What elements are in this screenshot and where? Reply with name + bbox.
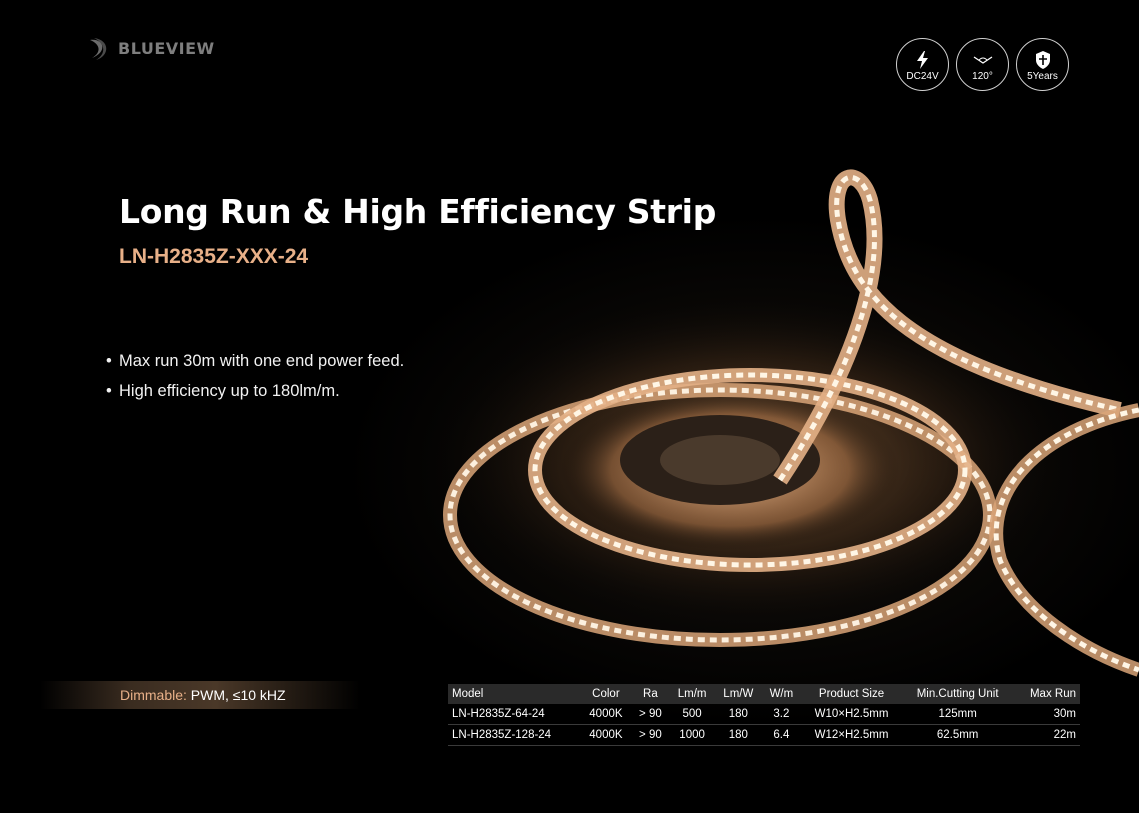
dimmable-text: Dimmable: PWM, ≤10 kHZ [120,687,286,703]
badge-voltage-label: DC24V [906,70,939,82]
feature-item: • Max run 30m with one end power feed. [106,346,404,376]
badge-beam-angle: 120° [956,38,1009,91]
feature-item: • High efficiency up to 180lm/m. [106,376,404,406]
col-header-w-m: W/m [769,688,794,700]
cell-product-size: W10×H2.5mm [800,704,903,725]
cell-lm-w: 180 [714,724,762,746]
product-page: BLUEVIEW DC24V 120° 5Years Long Run & Hi… [0,0,1139,813]
dimmable-key: Dimmable: [120,687,187,703]
feature-text: Max run 30m with one end power feed. [119,352,405,370]
model-code: LN-H2835Z-XXX-24 [119,245,309,268]
badge-beam-angle-label: 120° [972,70,993,82]
cell-color: 4000K [580,724,632,746]
cell-lm-w: 180 [714,704,762,725]
col-header-product-size: Product Size [818,688,885,700]
beam-angle-icon [973,55,992,64]
bullet-icon: • [106,382,112,400]
feature-text: High efficiency up to 180lm/m. [119,382,340,400]
table-row: LN-H2835Z-128-24 4000K > 90 1000 180 6.4… [448,724,1080,746]
spec-table: Model Color Ra Lm/m Lm/W W/m Product Siz… [448,684,1080,746]
cell-lm-m: 500 [669,704,715,725]
cell-model: LN-H2835Z-64-24 [448,704,581,725]
col-header-model: Model [452,688,484,700]
badge-warranty: 5Years [1016,38,1069,91]
cell-w-m: 3.2 [761,704,801,725]
cell-product-size: W12×H2.5mm [800,724,903,746]
bullet-icon: • [106,352,112,370]
cell-max-run: 22m [1013,724,1080,746]
cell-ra: > 90 [631,724,670,746]
dimmable-value: PWM, ≤10 kHZ [190,687,286,703]
spec-header-row: Model Color Ra Lm/m Lm/W W/m Product Siz… [448,684,1080,704]
cell-color: 4000K [580,704,632,725]
page-title: Long Run & High Efficiency Strip [119,192,717,231]
col-header-lm-w: Lm/W [723,688,754,700]
feature-badges: DC24V 120° 5Years [896,38,1069,91]
col-header-min-cutting-unit: Min.Cutting Unit [916,688,999,700]
col-header-lm-m: Lm/m [677,688,707,700]
cell-lm-m: 1000 [669,724,715,746]
cell-min-cutting-unit: 125mm [902,704,1014,725]
blueview-logo-icon [90,38,107,60]
cell-model: LN-H2835Z-128-24 [448,724,581,746]
cell-w-m: 6.4 [761,724,801,746]
col-header-color: Color [592,688,620,700]
table-row: LN-H2835Z-64-24 4000K > 90 500 180 3.2 W… [448,704,1080,725]
badge-warranty-label: 5Years [1027,70,1058,82]
brand-name: BLUEVIEW [118,38,215,58]
cell-max-run: 30m [1013,704,1080,725]
lightning-icon [916,50,928,69]
brand-logo: BLUEVIEW [84,34,215,62]
dimmable-banner: Dimmable: PWM, ≤10 kHZ [40,681,360,709]
badge-voltage: DC24V [896,38,949,91]
col-header-ra: Ra [643,688,658,700]
cell-ra: > 90 [631,704,670,725]
feature-list: • Max run 30m with one end power feed. • H… [106,346,404,406]
shield-icon [1035,50,1050,69]
col-header-max-run: Max Run [1029,688,1076,700]
cell-min-cutting-unit: 62.5mm [902,724,1014,746]
led-strip-illustration [420,169,1139,677]
